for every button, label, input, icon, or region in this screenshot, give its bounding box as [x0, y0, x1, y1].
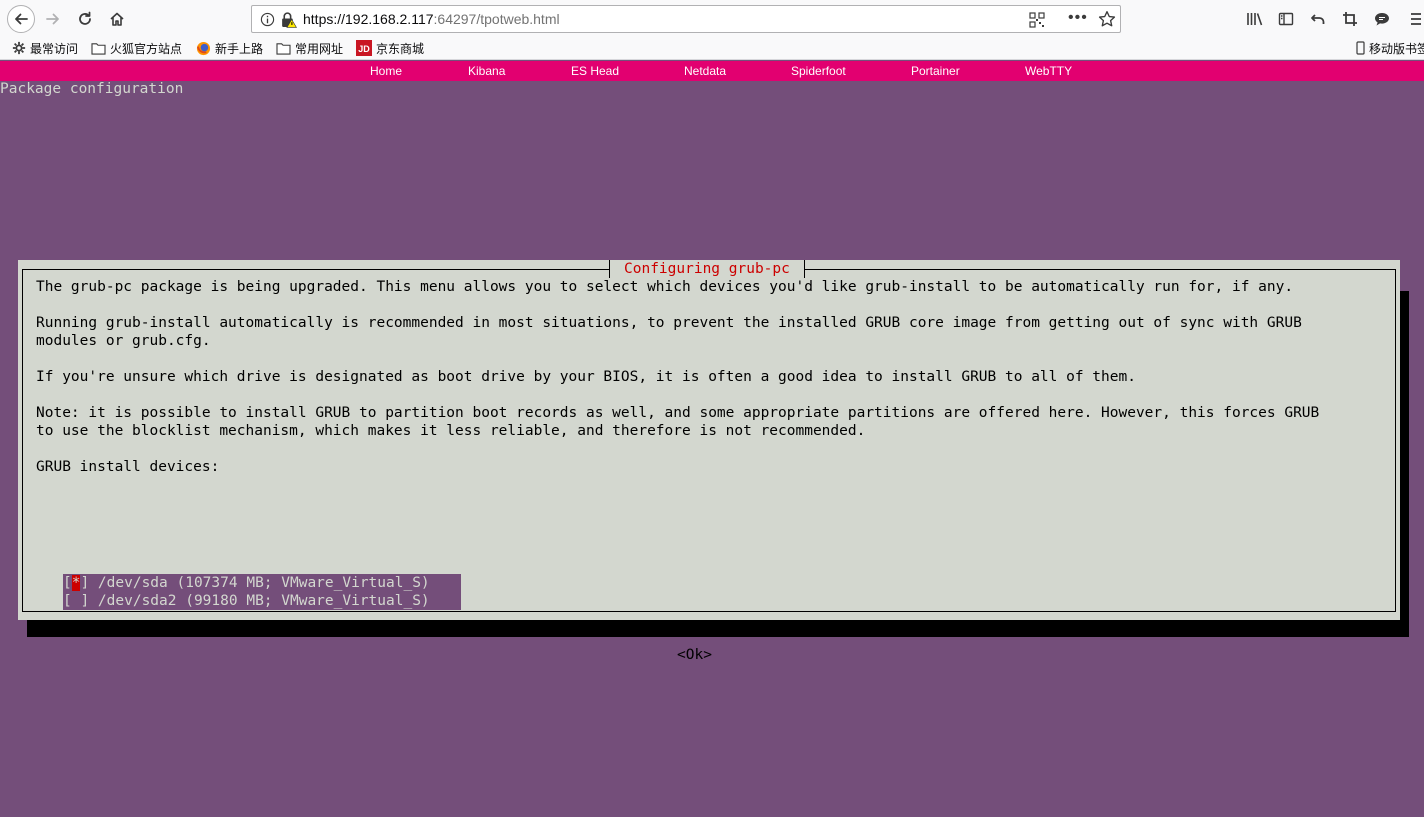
mobile-phone-icon — [1356, 41, 1365, 55]
arrow-right-icon — [46, 13, 59, 25]
library-icon — [1247, 13, 1263, 26]
hamburger-menu-icon — [1411, 13, 1421, 25]
gear-icon — [12, 41, 26, 55]
sidebar-button[interactable] — [1273, 6, 1299, 32]
page-actions-icon[interactable]: ••• — [1068, 9, 1088, 27]
folder-icon — [276, 42, 291, 55]
crop-icon — [1343, 12, 1357, 26]
tpot-nav-bar: Home Kibana ES Head Netdata Spiderfoot P… — [0, 61, 1424, 81]
folder-icon — [91, 42, 106, 55]
bookmark-common-sites[interactable]: 常用网址 — [276, 40, 343, 56]
arrow-left-icon — [15, 13, 28, 25]
dialog-title: Configuring grub-pc — [609, 260, 805, 278]
dialog-paragraph: Note: it is possible to install GRUB to … — [36, 405, 1320, 421]
url-bar[interactable]: https://192.168.2.117:64297/tpotweb.html… — [251, 5, 1121, 33]
dialog-shadow — [27, 620, 1409, 637]
bookmark-mobile[interactable]: 移动版书签 — [1356, 40, 1424, 56]
dialog-paragraph: The grub-pc package is being upgraded. T… — [36, 279, 1294, 295]
reload-button[interactable] — [72, 6, 98, 32]
home-icon — [110, 12, 124, 26]
bookmark-label: 火狐官方站点 — [110, 41, 183, 56]
undo-button[interactable] — [1305, 6, 1331, 32]
terminal-header: Package configuration — [0, 81, 184, 97]
ok-button[interactable]: <Ok> — [677, 646, 712, 664]
bookmark-star-icon[interactable] — [1098, 10, 1116, 28]
nav-link-es-head[interactable]: ES Head — [571, 64, 619, 78]
nav-link-spiderfoot[interactable]: Spiderfoot — [791, 64, 846, 78]
menu-button[interactable] — [1408, 6, 1424, 32]
library-button[interactable] — [1242, 6, 1268, 32]
qr-code-icon[interactable] — [1029, 12, 1045, 28]
nav-link-netdata[interactable]: Netdata — [684, 64, 726, 78]
grub-config-dialog: Configuring grub-pc The grub-pc package … — [18, 260, 1400, 663]
dialog-shadow — [1400, 291, 1409, 637]
bookmark-jd-mall[interactable]: JD 京东商城 — [356, 40, 424, 56]
nav-link-kibana[interactable]: Kibana — [468, 64, 505, 78]
dialog-paragraph: If you're unsure which drive is designat… — [36, 369, 1136, 385]
dialog-paragraph: modules or grub.cfg. — [36, 333, 211, 349]
device-option-sda[interactable]: [*] /dev/sda (107374 MB; VMware_Virtual_… — [63, 574, 430, 592]
bookmark-firefox-official[interactable]: 火狐官方站点 — [91, 40, 182, 56]
devices-label: GRUB install devices: — [36, 459, 220, 475]
device-option-sda2[interactable]: [ ] /dev/sda2 (99180 MB; VMware_Virtual_… — [63, 592, 430, 610]
lock-warning-icon[interactable] — [280, 11, 297, 28]
undo-icon — [1311, 14, 1325, 24]
sidebar-icon — [1278, 12, 1294, 26]
bookmark-label: 常用网址 — [295, 41, 344, 56]
bookmark-label: 最常访问 — [30, 41, 79, 56]
info-icon[interactable] — [260, 12, 275, 27]
bookmark-most-visited[interactable]: 最常访问 — [12, 40, 78, 56]
bookmark-getting-started[interactable]: 新手上路 — [196, 40, 263, 56]
browser-toolbar: https://192.168.2.117:64297/tpotweb.html… — [0, 0, 1424, 38]
nav-link-webtty[interactable]: WebTTY — [1025, 64, 1072, 78]
home-button[interactable] — [104, 6, 130, 32]
bookmark-label: 移动版书签 — [1369, 41, 1424, 56]
back-button[interactable] — [7, 5, 35, 33]
forward-button[interactable] — [40, 6, 66, 32]
nav-link-portainer[interactable]: Portainer — [911, 64, 960, 78]
terminal-screen[interactable]: Package configuration Configuring grub-p… — [0, 81, 1424, 817]
chat-bubble-icon — [1375, 13, 1389, 26]
nav-link-home[interactable]: Home — [370, 64, 402, 78]
jd-icon: JD — [356, 40, 372, 56]
bookmark-label: 新手上路 — [215, 41, 264, 56]
dialog-paragraph: to use the blocklist mechanism, which ma… — [36, 423, 866, 439]
url-text[interactable]: https://192.168.2.117:64297/tpotweb.html — [303, 11, 560, 27]
chat-button[interactable] — [1369, 6, 1395, 32]
screenshot-button[interactable] — [1337, 6, 1363, 32]
firefox-icon — [196, 41, 211, 56]
device-checklist: [*] /dev/sda (107374 MB; VMware_Virtual_… — [63, 574, 461, 610]
reload-icon — [79, 11, 91, 25]
bookmark-label: 京东商城 — [376, 41, 425, 56]
dialog-paragraph: Running grub-install automatically is re… — [36, 315, 1302, 331]
svg-text:JD: JD — [358, 44, 370, 54]
